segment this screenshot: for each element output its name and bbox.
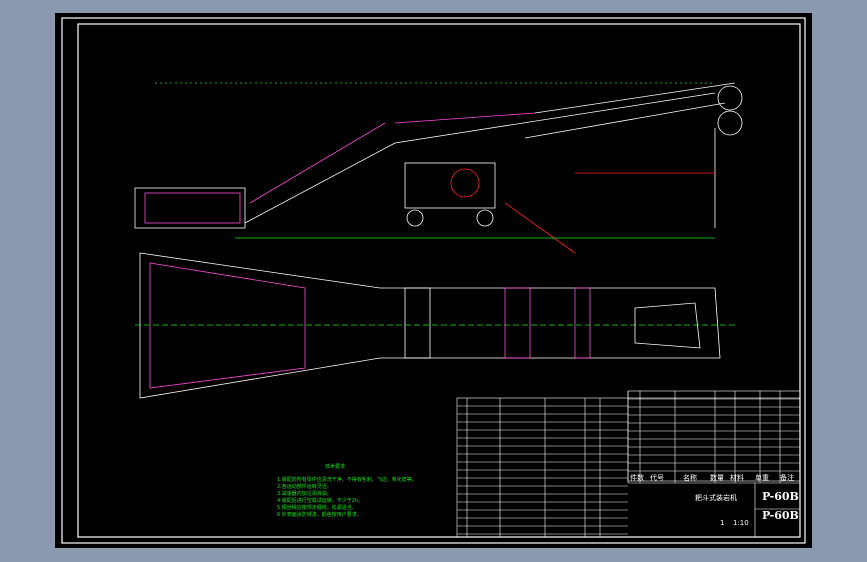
elevation-view — [134, 82, 743, 254]
note: 1.装配前所有零件应清洗干净，不得有毛刺、飞边、氧化皮等。 — [277, 476, 417, 483]
note: 6.外表面涂防锈漆，颜色按用户要求。 — [277, 511, 362, 518]
plan-view — [135, 252, 735, 399]
notes-title: 技术要求 — [325, 463, 345, 470]
bom-table — [456, 390, 801, 538]
bom-header-code: 代号 — [650, 473, 664, 482]
note: 2.各运动部件运转灵活。 — [277, 483, 332, 490]
technical-notes: 技术要求 1.装配前所有零件应清洗干净，不得有毛刺、飞边、氧化皮等。 2.各运动… — [277, 463, 417, 518]
bom-header-name: 名称 — [683, 473, 697, 482]
inner-border — [77, 23, 801, 538]
drawing-canvas[interactable]: 技术要求 1.装配前所有零件应清洗干净，不得有毛刺、飞边、氧化皮等。 2.各运动… — [55, 13, 812, 548]
cad-drawing: 技术要求 1.装配前所有零件应清洗干净，不得有毛刺、飞边、氧化皮等。 2.各运动… — [61, 17, 806, 544]
product-name: 耙斗式装岩机 — [695, 493, 737, 502]
note: 3.减速器内加注润滑油。 — [277, 490, 332, 497]
bom-header-count: 件数 — [630, 473, 644, 482]
bom-header-remark: 备注 — [780, 473, 794, 482]
scale: 1:10 — [733, 519, 749, 527]
note: 4.装配后进行空载试运转，不少于2h。 — [277, 497, 363, 504]
drawing-number: P-60B — [762, 509, 799, 522]
bom-header-weight: 单重 — [755, 473, 769, 482]
bom-header-qty: 数量 — [710, 473, 724, 482]
bom-header-material: 材料 — [730, 473, 744, 482]
note: 5.钢丝绳应按规定缠绕，松紧适当。 — [277, 504, 357, 511]
sheet: 1 — [720, 519, 724, 527]
product-code: P-60B — [762, 490, 799, 503]
